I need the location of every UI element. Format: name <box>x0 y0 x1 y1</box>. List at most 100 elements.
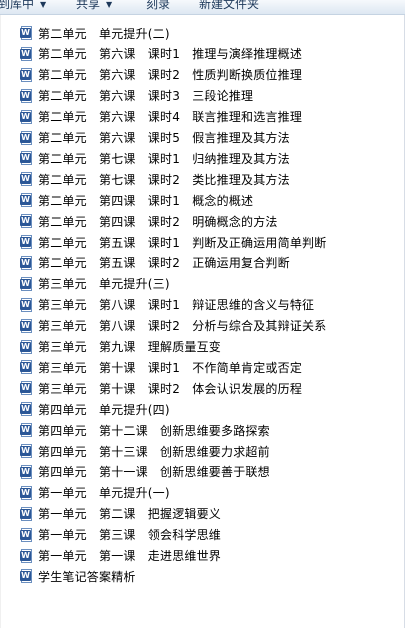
file-name: 第四单元 第十三课 创新思维要力求超前 <box>38 444 270 459</box>
file-item[interactable]: W 第二单元 第五课 课时1 判断及正确运用简单判断 <box>20 232 326 252</box>
file-item[interactable]: W 第二单元 第七课 课时2 类比推理及其方法 <box>20 169 290 189</box>
word-document-icon: W <box>20 506 33 521</box>
word-badge-glyph: W <box>20 216 31 227</box>
word-badge-glyph: W <box>20 69 31 80</box>
word-badge-glyph: W <box>20 487 31 498</box>
word-badge-glyph: W <box>20 299 31 310</box>
file-item[interactable]: W 第二单元 第七课 课时1 归纳推理及其方法 <box>20 148 290 168</box>
word-badge-glyph: W <box>20 550 31 561</box>
file-item[interactable]: W 第四单元 单元提升(四) <box>20 399 170 419</box>
word-document-icon: W <box>20 276 33 291</box>
file-item[interactable]: W 第三单元 第十课 课时2 体会认识发展的历程 <box>20 378 302 398</box>
share-label: 共享 <box>76 0 101 11</box>
file-name: 第四单元 第十二课 创新思维要多路探索 <box>38 423 270 438</box>
file-name: 第一单元 第一课 走进思维世界 <box>38 549 222 563</box>
word-badge-glyph: W <box>20 132 31 143</box>
word-document-icon: W <box>20 381 33 396</box>
word-badge-glyph: W <box>20 153 31 164</box>
word-document-icon: W <box>20 151 33 166</box>
file-item[interactable]: W 第四单元 第十二课 创新思维要多路探索 <box>20 420 270 440</box>
file-item[interactable]: W 学生笔记答案精析 <box>20 566 136 586</box>
include-in-library-label: 到库中 <box>0 0 35 11</box>
file-item[interactable]: W 第二单元 第六课 课时5 假言推理及其方法 <box>20 128 290 148</box>
word-badge-glyph: W <box>20 446 31 456</box>
file-item[interactable]: W 第二单元 第四课 课时1 概念的概述 <box>20 190 253 210</box>
file-name: 第一单元 单元提升(一) <box>38 486 170 501</box>
word-document-icon: W <box>20 26 33 40</box>
file-item[interactable]: W 第一单元 第二课 把握逻辑要义 <box>20 504 221 524</box>
word-document-icon: W <box>20 172 33 187</box>
word-document-icon: W <box>20 444 33 458</box>
file-item[interactable]: W 第四单元 第十一课 创新思维要善于联想 <box>20 462 270 482</box>
file-item[interactable]: W 第二单元 第六课 课时1 推理与演绎推理概述 <box>20 44 302 64</box>
file-item[interactable]: W 第一单元 单元提升(一) <box>20 483 170 503</box>
file-item[interactable]: W 第一单元 第三课 领会科学思维 <box>20 525 221 545</box>
file-name: 第一单元 第三课 领会科学思维 <box>38 528 222 543</box>
file-name: 第四单元 单元提升(四) <box>38 402 170 417</box>
word-badge-glyph: W <box>20 278 31 289</box>
word-document-icon: W <box>20 527 33 542</box>
word-document-icon: W <box>20 548 33 563</box>
file-item[interactable]: W 第二单元 第四课 课时2 明确概念的方法 <box>20 211 278 231</box>
file-item[interactable]: W 第三单元 第八课 课时2 分析与综合及其辩证关系 <box>20 316 326 336</box>
word-document-icon: W <box>20 485 33 500</box>
word-document-icon: W <box>20 214 33 229</box>
word-document-icon: W <box>20 67 33 82</box>
file-name: 第二单元 第四课 课时2 明确概念的方法 <box>38 214 278 229</box>
file-item[interactable]: W 第三单元 单元提升(三) <box>20 274 170 294</box>
file-name: 第二单元 第六课 课时3 三段论推理 <box>38 89 254 104</box>
word-badge-glyph: W <box>20 383 31 394</box>
file-name: 第三单元 第八课 课时2 分析与综合及其辩证关系 <box>38 319 327 334</box>
word-badge-glyph: W <box>20 257 31 268</box>
file-item[interactable]: W 第二单元 第六课 课时3 三段论推理 <box>20 86 253 106</box>
file-item[interactable]: W 第二单元 单元提升(二) <box>20 23 170 43</box>
file-item[interactable]: W 第四单元 第十三课 创新思维要力求超前 <box>20 441 270 461</box>
word-badge-glyph: W <box>20 425 31 436</box>
file-name: 第二单元 第六课 课时1 推理与演绎推理概述 <box>38 47 303 62</box>
word-document-icon: W <box>20 109 33 124</box>
file-name: 第二单元 第四课 课时1 概念的概述 <box>38 193 254 208</box>
word-badge-glyph: W <box>20 90 31 101</box>
word-badge-glyph: W <box>20 529 31 540</box>
word-badge-glyph: W <box>20 508 31 519</box>
file-name: 学生笔记答案精析 <box>38 569 136 584</box>
new-folder-button[interactable]: 新建文件夹 <box>199 0 259 14</box>
file-name: 第二单元 第六课 课时2 性质判断换质位推理 <box>38 68 303 83</box>
explorer-toolbar: 到库中 ▼ 共享 ▼ 刻录 新建文件夹 <box>0 0 405 15</box>
word-document-icon: W <box>20 88 33 103</box>
file-name: 第二单元 第六课 课时5 假言推理及其方法 <box>38 131 290 145</box>
file-item[interactable]: W 第二单元 第五课 课时2 正确运用复合判断 <box>20 253 290 273</box>
word-badge-glyph: W <box>20 466 31 477</box>
file-name: 第三单元 第十课 课时2 体会认识发展的历程 <box>38 381 303 396</box>
file-item[interactable]: W 第二单元 第六课 课时2 性质判断换质位推理 <box>20 65 302 85</box>
file-name: 第二单元 第七课 课时2 类比推理及其方法 <box>38 172 290 187</box>
word-badge-glyph: W <box>20 320 31 331</box>
chevron-down-icon: ▼ <box>40 0 47 9</box>
file-name: 第四单元 第十一课 创新思维要善于联想 <box>38 465 270 480</box>
file-item[interactable]: W 第三单元 第九课 理解质量互变 <box>20 337 221 357</box>
word-document-icon: W <box>20 130 33 145</box>
word-document-icon: W <box>20 46 33 61</box>
word-badge-glyph: W <box>20 404 31 415</box>
file-list: W 第二单元 单元提升(二) W 第二单元 第六课 课时1 推理与演绎推理概述 W 第二单… <box>0 15 405 628</box>
word-badge-glyph: W <box>20 48 31 59</box>
word-document-icon: W <box>20 464 33 479</box>
chevron-down-icon: ▼ <box>106 0 113 9</box>
word-badge-glyph: W <box>20 571 31 582</box>
word-document-icon: W <box>20 255 33 270</box>
file-name: 第二单元 第六课 课时4 联言推理和选言推理 <box>38 110 303 125</box>
file-item[interactable]: W 第一单元 第一课 走进思维世界 <box>20 546 221 566</box>
word-document-icon: W <box>20 339 33 354</box>
burn-button[interactable]: 刻录 <box>146 0 170 14</box>
file-item[interactable]: W 第三单元 第十课 课时1 不作简单肯定或否定 <box>20 357 302 377</box>
new-folder-label: 新建文件夹 <box>199 0 260 11</box>
file-item[interactable]: W 第二单元 第六课 课时4 联言推理和选言推理 <box>20 107 302 127</box>
file-name: 第二单元 第五课 课时2 正确运用复合判断 <box>38 256 290 271</box>
word-badge-glyph: W <box>20 111 31 122</box>
share-menu[interactable]: 共享 ▼ <box>76 0 112 14</box>
word-document-icon: W <box>20 297 33 312</box>
file-item[interactable]: W 第三单元 第八课 课时1 辩证思维的含义与特征 <box>20 295 314 315</box>
include-in-library-menu[interactable]: 到库中 ▼ <box>0 0 46 14</box>
word-document-icon: W <box>20 318 33 333</box>
file-name: 第三单元 第八课 课时1 辩证思维的含义与特征 <box>38 298 315 313</box>
